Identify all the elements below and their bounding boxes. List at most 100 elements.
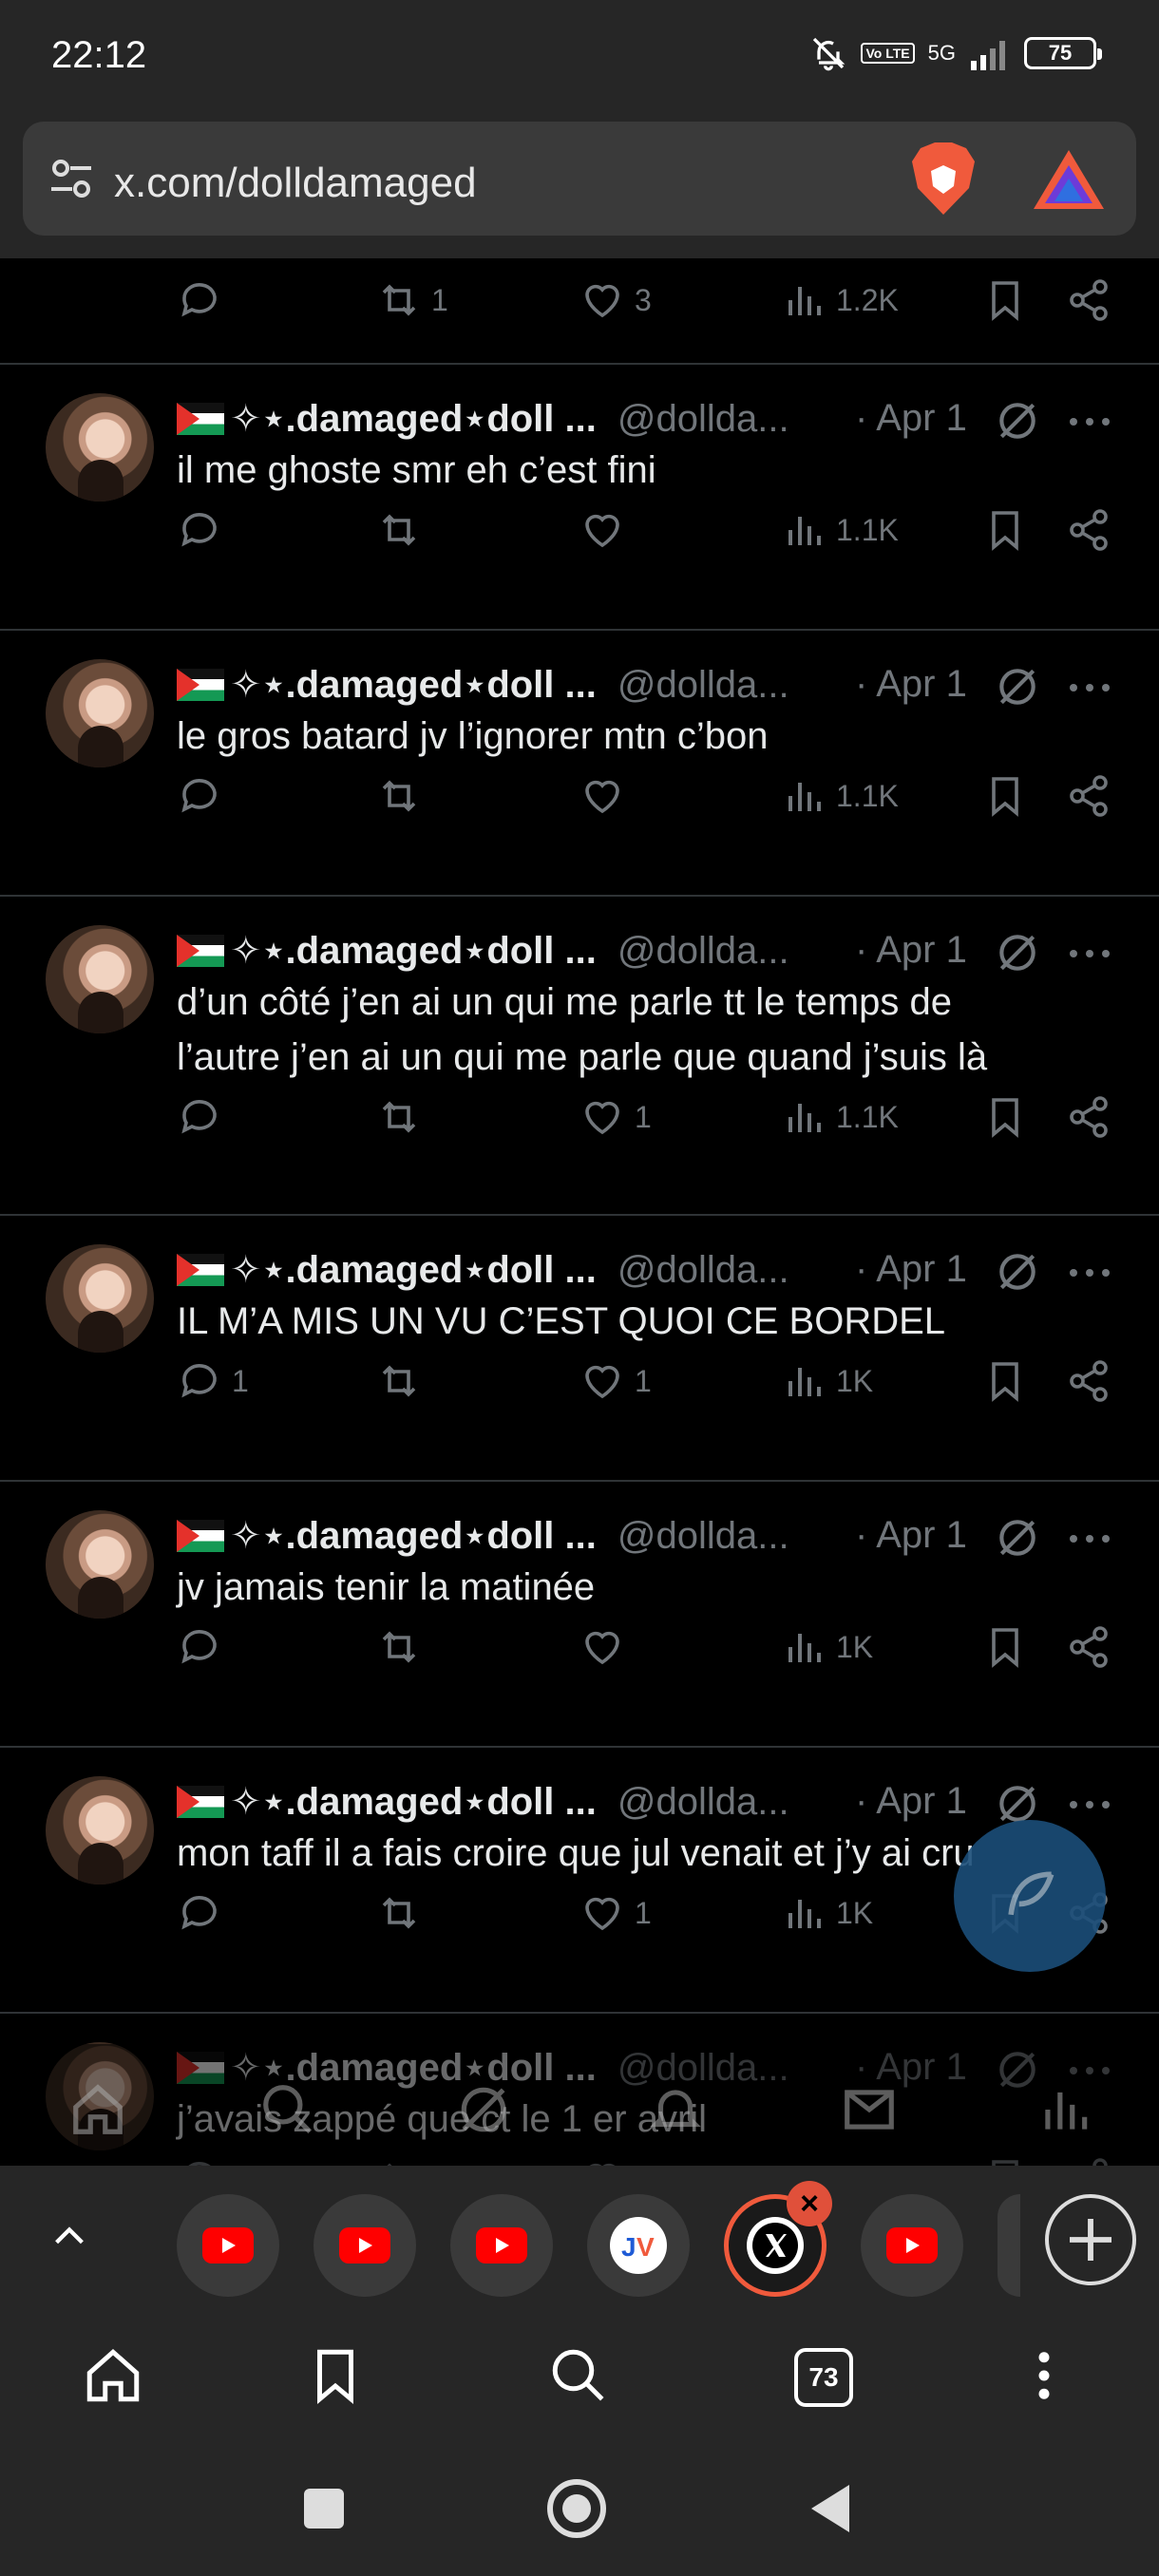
avatar[interactable] [46, 925, 154, 1033]
search-icon[interactable] [547, 2344, 610, 2407]
like-button[interactable]: 1 [580, 1358, 652, 1404]
more-options-icon[interactable] [1068, 1799, 1112, 1810]
more-options-icon[interactable] [1068, 682, 1112, 693]
avatar[interactable] [46, 1244, 154, 1353]
like-button[interactable] [580, 773, 635, 819]
views-button[interactable]: 1K [781, 1624, 873, 1670]
notifications-icon[interactable] [646, 2080, 705, 2139]
tab-youtube-1[interactable] [177, 2194, 279, 2297]
brave-shields-icon[interactable] [906, 141, 980, 217]
tabs-count-button[interactable]: 73 [794, 2348, 853, 2407]
tweet[interactable]: ✧⋆.damaged⋆doll ... @dollda... · Apr 1 jv j… [0, 1482, 1159, 1748]
url-text[interactable]: x.com/dolldamaged [114, 160, 477, 207]
share-button[interactable] [1066, 1358, 1112, 1404]
brave-rewards-icon[interactable] [1032, 146, 1106, 213]
share-button[interactable] [1066, 1624, 1112, 1670]
tweet-date[interactable]: · Apr 1 [855, 1514, 967, 1557]
views-button[interactable]: 1.1K [781, 1094, 899, 1140]
reply-button[interactable] [177, 1624, 232, 1670]
grok-icon[interactable] [454, 2080, 513, 2139]
more-options-icon[interactable] [1068, 416, 1112, 427]
user-handle[interactable]: @dollda... [618, 930, 789, 973]
views-button[interactable]: 1.1K [781, 773, 899, 819]
new-tab-button[interactable] [1045, 2194, 1136, 2285]
compose-post-button[interactable] [954, 1820, 1106, 1972]
home-button[interactable] [547, 2479, 606, 2538]
home-icon[interactable] [82, 2344, 144, 2407]
like-button[interactable] [580, 1624, 635, 1670]
address-bar[interactable]: x.com/dolldamaged [23, 122, 1136, 236]
like-button[interactable]: 1 [580, 1890, 652, 1936]
more-options-icon[interactable] [1068, 1533, 1112, 1544]
grok-explain-icon[interactable] [994, 663, 1041, 710]
tab-partial[interactable] [998, 2194, 1020, 2297]
tweet-date[interactable]: · Apr 1 [855, 397, 967, 440]
more-options-icon[interactable] [1068, 1267, 1112, 1279]
tweet[interactable]: ✧⋆.damaged⋆doll ... @dollda... · Apr 1 il m… [0, 365, 1159, 631]
tweet-partial[interactable]: 1 3 1.2K [0, 258, 1159, 365]
user-handle[interactable]: @dollda... [618, 664, 789, 707]
retweet-button[interactable]: 1 [376, 277, 448, 323]
recent-apps-button[interactable] [304, 2489, 344, 2529]
display-name[interactable]: ✧⋆.damaged⋆doll ... [230, 929, 597, 973]
tab-youtube-3[interactable] [450, 2194, 553, 2297]
reply-button[interactable] [177, 773, 232, 819]
views-button[interactable]: 1K [781, 1890, 873, 1936]
retweet-button[interactable] [376, 507, 431, 553]
grok-explain-icon[interactable] [994, 1514, 1041, 1562]
messages-icon[interactable] [840, 2080, 899, 2139]
menu-dots-icon[interactable] [1013, 2344, 1075, 2407]
share-button[interactable] [1066, 1094, 1112, 1140]
tab-youtube-2[interactable] [314, 2194, 416, 2297]
tab-youtube-4[interactable] [861, 2194, 963, 2297]
retweet-button[interactable] [376, 773, 431, 819]
user-handle[interactable]: @dollda... [618, 1781, 789, 1824]
display-name[interactable]: ✧⋆.damaged⋆doll ... [230, 1514, 597, 1558]
display-name[interactable]: ✧⋆.damaged⋆doll ... [230, 663, 597, 707]
avatar[interactable] [46, 1510, 154, 1619]
close-tab-icon[interactable]: × [787, 2181, 832, 2226]
views-button[interactable]: 1K [781, 1358, 873, 1404]
reply-button[interactable] [177, 1890, 232, 1936]
grok-explain-icon[interactable] [994, 397, 1041, 445]
tweet[interactable]: ✧⋆.damaged⋆doll ... @dollda... · Apr 1 IL M… [0, 1216, 1159, 1482]
display-name[interactable]: ✧⋆.damaged⋆doll ... [230, 397, 597, 441]
share-button[interactable] [1066, 507, 1112, 553]
retweet-button[interactable] [376, 1890, 431, 1936]
user-handle[interactable]: @dollda... [618, 1249, 789, 1292]
bookmark-button[interactable] [982, 1094, 1028, 1140]
grok-explain-icon[interactable] [994, 929, 1041, 976]
share-button[interactable] [1066, 773, 1112, 819]
tweet-date[interactable]: · Apr 1 [855, 663, 967, 706]
retweet-button[interactable] [376, 1094, 431, 1140]
display-name[interactable]: ✧⋆.damaged⋆doll ... [230, 1780, 597, 1824]
home-icon[interactable] [68, 2080, 127, 2139]
tweet-date[interactable]: · Apr 1 [855, 1780, 967, 1823]
like-button[interactable]: 1 [580, 1094, 652, 1140]
tweet[interactable]: ✧⋆.damaged⋆doll ... @dollda... · Apr 1 d’un… [0, 897, 1159, 1216]
bookmark-button[interactable] [982, 773, 1028, 819]
reply-button[interactable] [177, 1094, 232, 1140]
reply-button[interactable] [177, 507, 232, 553]
tab-jv[interactable]: JV [587, 2194, 690, 2297]
tweet-date[interactable]: · Apr 1 [855, 1248, 967, 1291]
analytics-icon[interactable] [1036, 2080, 1094, 2139]
views-button[interactable]: 1.1K [781, 507, 899, 553]
back-button[interactable] [808, 2483, 853, 2534]
avatar[interactable] [46, 393, 154, 502]
search-icon[interactable] [258, 2080, 317, 2139]
like-button[interactable] [580, 507, 635, 553]
retweet-button[interactable] [376, 1358, 431, 1404]
bookmark-button[interactable] [982, 507, 1028, 553]
views-button[interactable]: 1.2K [781, 277, 899, 323]
chevron-up-icon[interactable] [48, 2215, 91, 2259]
avatar[interactable] [46, 1776, 154, 1885]
bookmark-button[interactable] [982, 1358, 1028, 1404]
avatar[interactable] [46, 659, 154, 767]
user-handle[interactable]: @dollda... [618, 398, 789, 441]
user-handle[interactable]: @dollda... [618, 1515, 789, 1558]
site-settings-icon[interactable] [49, 158, 93, 199]
reply-button[interactable]: 1 [177, 1358, 249, 1404]
like-button[interactable]: 3 [580, 277, 652, 323]
tweet-date[interactable]: · Apr 1 [855, 929, 967, 972]
